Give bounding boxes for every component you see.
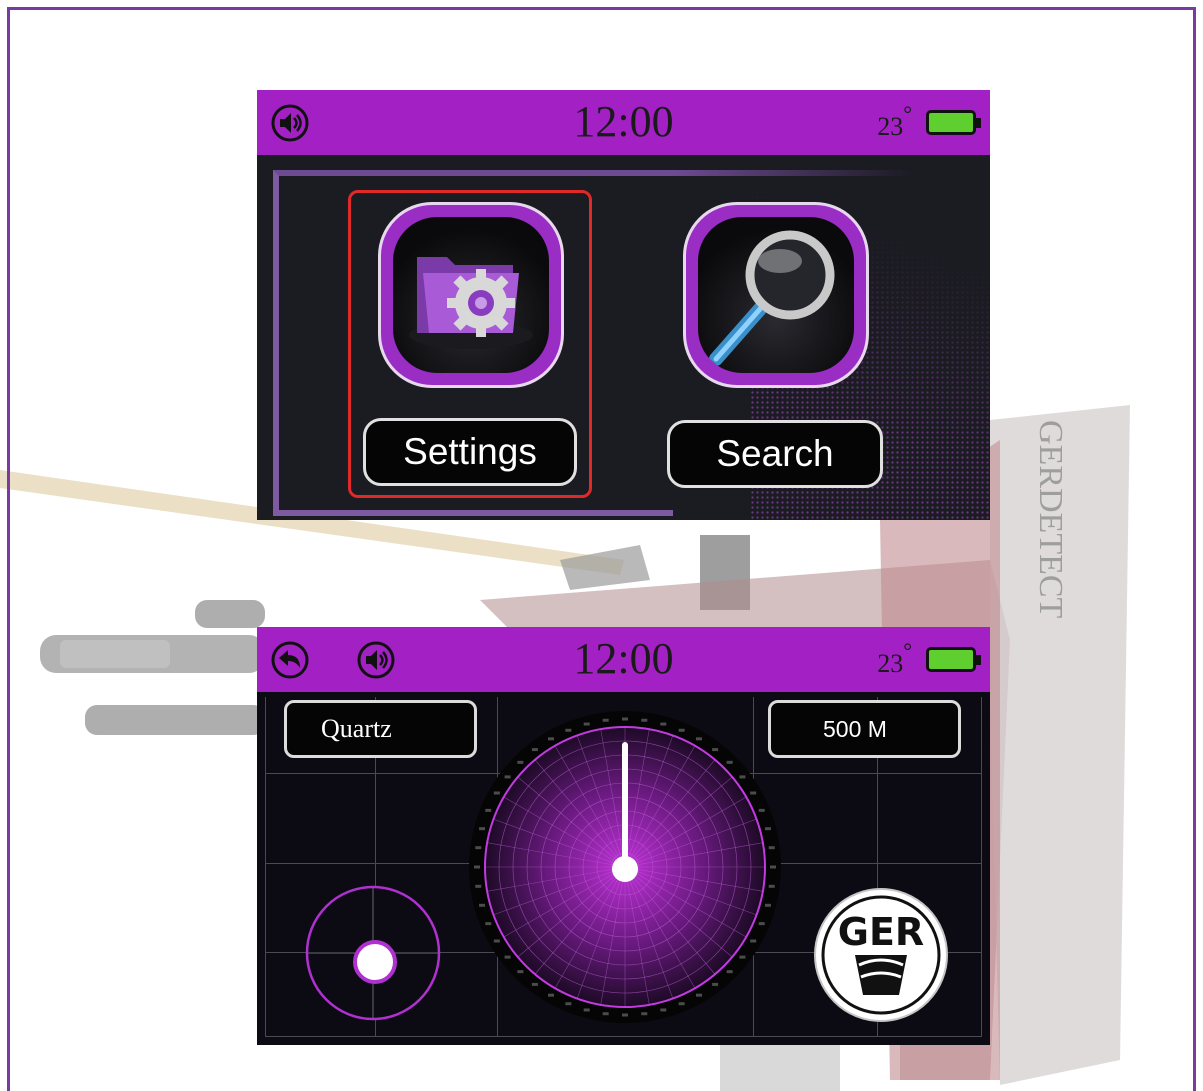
radar-tick bbox=[475, 846, 482, 850]
radar-tick bbox=[583, 1008, 590, 1012]
folder-gear-icon bbox=[409, 257, 533, 349]
radar-dial bbox=[469, 711, 781, 1023]
status-bar: 12:00 23° bbox=[257, 627, 990, 692]
degree-symbol: ° bbox=[903, 638, 912, 663]
grid-line bbox=[265, 697, 266, 1037]
radar-tick bbox=[726, 970, 733, 974]
radar-tick bbox=[622, 1013, 628, 1017]
radar-tick bbox=[548, 993, 554, 997]
settings-label-button[interactable]: Settings bbox=[363, 418, 577, 486]
radar-tick bbox=[750, 939, 757, 943]
radar-tick bbox=[641, 1012, 648, 1016]
radar-tick bbox=[485, 808, 492, 812]
radar-tick bbox=[548, 737, 554, 741]
radar-tick bbox=[768, 884, 775, 888]
target-type-field[interactable]: Quartz bbox=[284, 700, 477, 758]
temperature-readout: 23° bbox=[877, 101, 912, 142]
radar-tick bbox=[758, 808, 765, 812]
radar-tick bbox=[712, 982, 719, 986]
battery-icon bbox=[926, 110, 981, 135]
temperature-readout: 23° bbox=[877, 638, 912, 679]
radar-tick bbox=[739, 955, 746, 959]
radar-tick bbox=[726, 760, 733, 764]
search-app-button[interactable] bbox=[683, 202, 869, 388]
radar-needle-hub bbox=[612, 856, 638, 882]
search-label-button[interactable]: Search bbox=[667, 420, 883, 488]
radar-tick bbox=[602, 718, 609, 722]
radar-tick bbox=[493, 939, 500, 943]
radar-tick bbox=[641, 718, 648, 722]
radar-screen: 12:00 23° Quartz 500 M GER bbox=[257, 627, 990, 1045]
grid-line bbox=[981, 697, 982, 1037]
radar-tick bbox=[678, 728, 685, 732]
temperature-value: 23 bbox=[877, 649, 904, 678]
status-bar: 12:00 23° bbox=[257, 90, 990, 155]
radar-tick bbox=[660, 1008, 667, 1012]
magnifier-icon bbox=[709, 230, 835, 366]
logo-text: GER bbox=[838, 910, 924, 954]
radar-tick bbox=[479, 827, 486, 831]
radar-tick bbox=[622, 717, 628, 721]
settings-app-button[interactable] bbox=[378, 202, 564, 388]
level-indicator bbox=[305, 885, 441, 1021]
grid-line bbox=[265, 1036, 981, 1037]
radar-tick bbox=[602, 1012, 609, 1016]
radar-tick bbox=[696, 993, 702, 997]
radar-tick bbox=[504, 775, 511, 779]
degree-symbol: ° bbox=[903, 101, 912, 126]
ger-logo: GER bbox=[814, 888, 948, 1022]
radar-tick bbox=[758, 922, 765, 926]
radar-tick bbox=[475, 884, 482, 888]
radar-tick bbox=[565, 728, 572, 732]
radar-tick bbox=[764, 827, 771, 831]
battery-icon bbox=[926, 647, 981, 672]
radar-tick bbox=[696, 737, 702, 741]
radar-tick bbox=[493, 791, 500, 795]
radar-tick bbox=[531, 748, 538, 752]
radar-tick bbox=[474, 865, 480, 869]
radar-tick bbox=[531, 982, 538, 986]
radar-tick bbox=[565, 1002, 572, 1006]
radar-tick bbox=[764, 903, 771, 907]
radar-tick bbox=[517, 760, 524, 764]
radar-tick bbox=[517, 970, 524, 974]
radar-tick bbox=[750, 791, 757, 795]
radar-tick bbox=[504, 955, 511, 959]
radar-tick bbox=[739, 775, 746, 779]
distance-field[interactable]: 500 M bbox=[768, 700, 961, 758]
radar-tick bbox=[712, 748, 719, 752]
radar-tick bbox=[485, 922, 492, 926]
radar-tick bbox=[660, 722, 667, 726]
temperature-value: 23 bbox=[877, 112, 904, 141]
radar-tick bbox=[479, 903, 486, 907]
radar-tick bbox=[583, 722, 590, 726]
radar-tick bbox=[768, 846, 775, 850]
radar-tick bbox=[678, 1002, 685, 1006]
radar-tick bbox=[770, 865, 776, 869]
main-menu-screen: 12:00 23° Settings Search bbox=[257, 90, 990, 520]
